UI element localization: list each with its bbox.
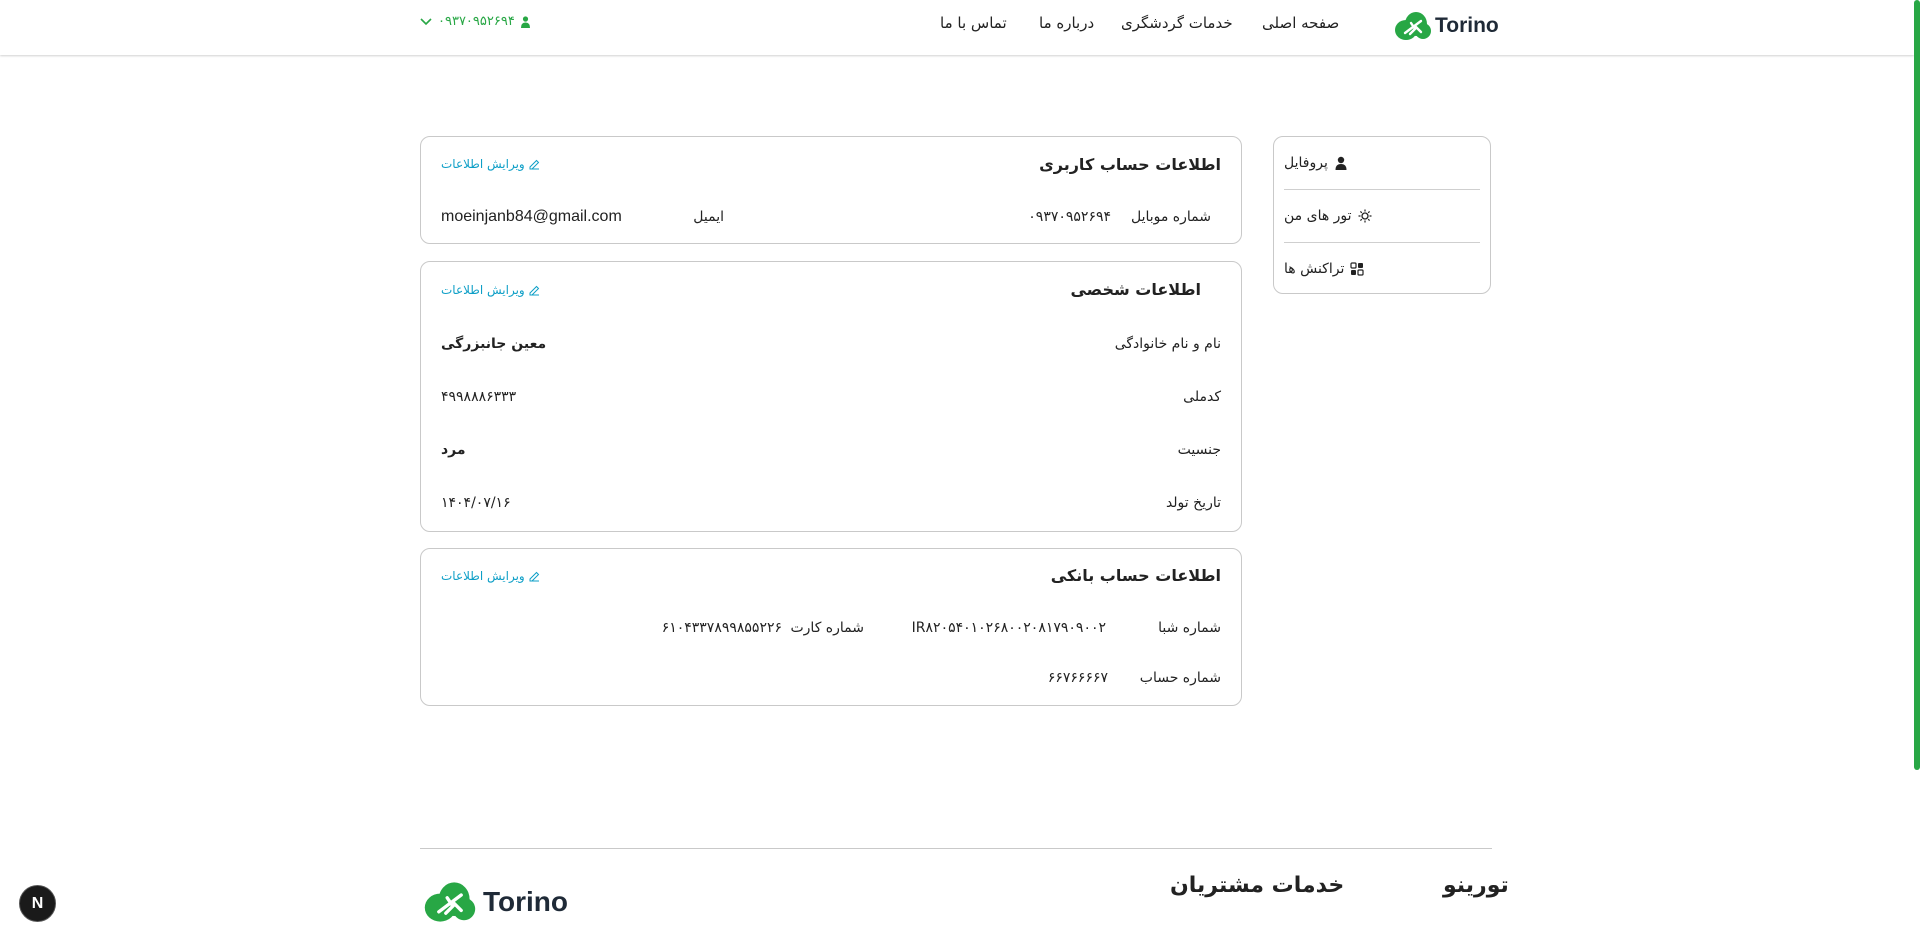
account-info-card: اطلاعات حساب کاربری ویرایش اطلاعات شماره… (420, 136, 1242, 244)
birth-date-value: ۱۴۰۴/۰۷/۱۶ (441, 495, 511, 511)
sidebar-item-label: پروفایل (1284, 155, 1328, 171)
transactions-icon (1350, 262, 1364, 276)
full-name-value: معین جانبزرگی (441, 336, 547, 352)
card-number-value: ۶۱۰۴۳۳۷۸۹۹۸۵۵۲۲۶ (661, 620, 782, 636)
bank-info-card: اطلاعات حساب بانکی ویرایش اطلاعات شماره … (420, 548, 1242, 706)
pencil-icon (529, 285, 539, 295)
sheba-label: شماره شبا (1158, 620, 1221, 636)
nav-contact[interactable]: تماس با ما (940, 14, 1007, 36)
footer-customer-services-title: خدمات مشتریان (1170, 873, 1345, 898)
top-header: Torino صفحه اصلی خدمات گردشگری درباره ما… (0, 0, 1914, 55)
footer-logo[interactable]: Torino (421, 881, 568, 923)
gender-value: مرد (441, 442, 466, 458)
account-number-value: ۶۶۷۶۶۶۶۷ (1047, 670, 1108, 686)
footer-divider (420, 848, 1492, 849)
sidebar-item-label: تور های من (1284, 208, 1352, 224)
nav-about[interactable]: درباره ما (1039, 14, 1094, 36)
edit-bank-button[interactable]: ویرایش اطلاعات (441, 569, 540, 583)
email-value: moeinjanb84@gmail.com (441, 208, 622, 225)
card-number-label: شماره کارت (790, 620, 864, 636)
chevron-down-icon (420, 17, 432, 25)
nav-tourism-services[interactable]: خدمات گردشگری (1121, 14, 1233, 36)
page-scrollbar[interactable] (1914, 0, 1920, 770)
user-icon (520, 15, 530, 28)
torino-logo[interactable]: Torino (1394, 11, 1499, 41)
sidebar-item-profile[interactable]: پروفایل (1284, 137, 1480, 189)
sheba-value: IR۸۲۰۵۴۰۱۰۲۶۸۰۰۲۰۸۱۷۹۰۹۰۰۲ (911, 620, 1106, 636)
account-info-title: اطلاعات حساب کاربری (1039, 155, 1221, 174)
airplane-cloud-icon (424, 882, 476, 922)
edit-label: ویرایش اطلاعات (441, 157, 525, 171)
edit-label: ویرایش اطلاعات (441, 569, 525, 583)
national-code-value: ۴۹۹۸۸۸۶۳۳۳ (441, 389, 517, 405)
sun-icon (1358, 209, 1372, 223)
account-number-label: شماره حساب (1139, 670, 1221, 686)
bank-info-title: اطلاعات حساب بانکی (1050, 566, 1221, 585)
full-name-label: نام و نام خانوادگی (1114, 336, 1221, 352)
pencil-icon (529, 571, 539, 581)
edit-label: ویرایش اطلاعات (441, 283, 525, 297)
sidebar-item-label: تراکنش ها (1284, 261, 1345, 277)
personal-info-title: اطلاعات شخصی (1070, 280, 1201, 299)
edit-personal-button[interactable]: ویرایش اطلاعات (441, 283, 540, 297)
gender-label: جنسیت (1177, 442, 1221, 458)
dev-tools-button[interactable]: N (19, 885, 56, 922)
edit-account-button[interactable]: ویرایش اطلاعات (441, 157, 540, 171)
logo-text: Torino (1435, 14, 1499, 37)
nav-home[interactable]: صفحه اصلی (1262, 14, 1339, 36)
personal-info-card: اطلاعات شخصی ویرایش اطلاعات نام و نام خا… (420, 261, 1242, 532)
national-code-label: کدملی (1183, 389, 1221, 405)
profile-sidebar: پروفایل تور های من تراکنش ها (1273, 136, 1491, 294)
sidebar-item-transactions[interactable]: تراکنش ها (1284, 243, 1480, 295)
pencil-icon (529, 159, 539, 169)
sidebar-item-my-tours[interactable]: تور های من (1284, 190, 1480, 242)
user-menu-button[interactable]: ۰۹۳۷۰۹۵۲۶۹۴ (420, 14, 530, 29)
mobile-value: ۰۹۳۷۰۹۵۲۶۹۴ (1028, 209, 1111, 225)
footer-logo-text: Torino (483, 886, 569, 917)
email-label: ایمیل (693, 209, 724, 225)
airplane-cloud-icon (1395, 12, 1431, 40)
footer-torino-title: تورینو (1443, 873, 1509, 898)
user-icon (1335, 156, 1347, 170)
birth-date-label: تاریخ تولد (1165, 495, 1221, 511)
mobile-label: شماره موبایل (1130, 209, 1211, 225)
user-phone: ۰۹۳۷۰۹۵۲۶۹۴ (438, 14, 515, 29)
